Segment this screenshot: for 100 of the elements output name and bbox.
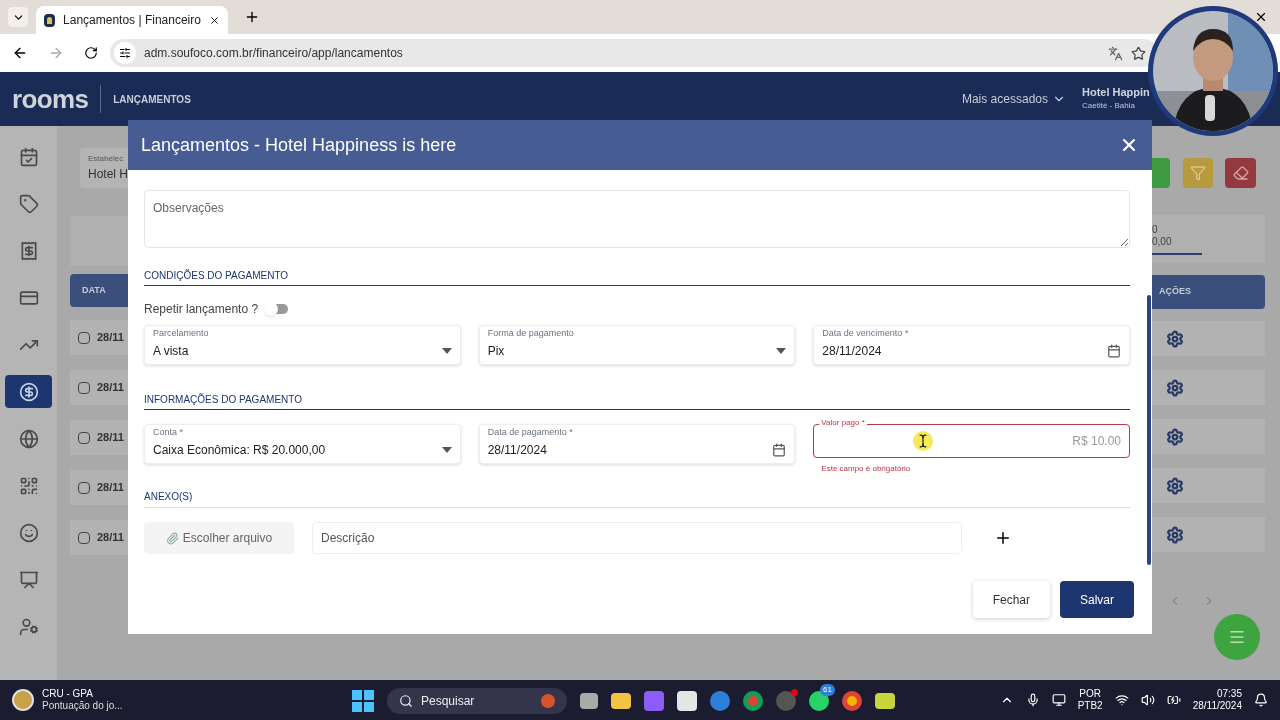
calendar-check-icon xyxy=(18,146,39,167)
bookmark-icon[interactable] xyxy=(1131,45,1146,61)
widget-subtitle: Pontuação do jo... xyxy=(42,700,123,713)
app-icon[interactable] xyxy=(776,691,796,711)
error-message: Este campo é obrigatório xyxy=(821,463,912,475)
row-checkbox[interactable] xyxy=(78,531,90,544)
caret-icon xyxy=(441,447,452,453)
dollar-circle-icon xyxy=(18,381,39,402)
volume-icon[interactable] xyxy=(1140,693,1155,707)
save-button[interactable]: Salvar xyxy=(1060,581,1134,618)
browser-icon[interactable] xyxy=(743,691,763,711)
date-field[interactable]: Data de vencimento * 28/11/2024 xyxy=(813,325,1130,365)
field-label: Conta * xyxy=(153,428,185,437)
user-cog-icon xyxy=(18,616,39,637)
row-date: 28/11 xyxy=(97,530,124,546)
folder-icon[interactable] xyxy=(611,693,631,709)
presentation-icon xyxy=(18,569,39,590)
field-label: Forma de pagamento xyxy=(487,329,575,338)
close-button[interactable]: Fechar xyxy=(972,581,1050,618)
paperclip-icon xyxy=(165,531,179,545)
taskbar-search[interactable]: Pesquisar xyxy=(387,688,567,714)
chat-app-icon[interactable] xyxy=(809,691,829,711)
settings-icon[interactable] xyxy=(1166,329,1184,348)
microphone-icon[interactable] xyxy=(1025,693,1040,707)
field-value: 28/11/2024 xyxy=(487,442,547,459)
battery-icon[interactable] xyxy=(1166,693,1181,707)
settings-icon[interactable] xyxy=(1166,476,1184,495)
row-checkbox[interactable] xyxy=(78,381,90,394)
browser-icon[interactable] xyxy=(842,691,862,711)
section-title: ANEXO(S) xyxy=(144,489,1130,508)
translate-icon[interactable] xyxy=(1108,45,1123,61)
close-icon[interactable] xyxy=(1254,10,1268,24)
logo: rooms xyxy=(12,82,89,116)
app-icon[interactable] xyxy=(875,693,895,709)
row-checkbox[interactable] xyxy=(78,331,90,344)
site-info-icon[interactable] xyxy=(119,47,131,59)
display-icon[interactable] xyxy=(1051,693,1066,707)
settings-icon[interactable] xyxy=(1166,378,1184,397)
field-label: Parcelamento xyxy=(153,329,210,338)
browser-tab[interactable]: Lançamentos | Financeiro xyxy=(36,6,228,34)
eraser-icon xyxy=(1232,165,1249,181)
field-value: A vista xyxy=(153,343,189,360)
tab-list-button[interactable] xyxy=(8,7,28,27)
clear-button[interactable] xyxy=(1225,158,1256,188)
app-icon[interactable] xyxy=(710,691,730,711)
back-icon[interactable] xyxy=(12,45,28,61)
column-header: AÇÕES xyxy=(1152,275,1265,309)
field-label: Data de pagamento * xyxy=(487,428,574,437)
url-text: adm.soufoco.com.br/financeiro/app/lancamentos xyxy=(144,45,404,62)
add-icon[interactable] xyxy=(994,529,1012,547)
observations-field[interactable]: Observações xyxy=(144,190,1130,248)
widget-title: CRU - GPA xyxy=(42,687,94,700)
select-field[interactable]: Parcelamento A vista xyxy=(144,325,461,365)
keyboard-layout-label: PTB2 xyxy=(1077,700,1103,713)
app-icon[interactable] xyxy=(644,691,664,711)
date-field[interactable]: Data de pagamento * 28/11/2024 xyxy=(478,424,796,464)
choose-file-button[interactable]: Escolher arquivo xyxy=(144,522,294,554)
language-label: POR xyxy=(1079,687,1101,700)
notification-badge: 61 xyxy=(820,684,835,696)
summary-card xyxy=(70,216,128,266)
field-label: Data de vencimento * xyxy=(822,329,910,338)
smile-icon xyxy=(18,522,39,543)
caret-icon xyxy=(776,348,787,354)
hotel-name: Hotel Happin xyxy=(1082,86,1151,100)
task-view-icon[interactable] xyxy=(580,693,598,709)
sidebar-item[interactable] xyxy=(5,375,52,408)
repeat-switch[interactable] xyxy=(266,304,289,314)
hotel-location: Caetité - Bahia xyxy=(1082,99,1136,112)
select-field[interactable]: Forma de pagamento Pix xyxy=(478,325,796,365)
select-field[interactable]: Conta * Caixa Econômica: R$ 20.000,00 xyxy=(144,424,461,464)
weather-widget-icon[interactable] xyxy=(12,689,34,711)
row-checkbox[interactable] xyxy=(78,431,90,444)
caret-icon xyxy=(441,348,452,354)
field-label: Valor pago * xyxy=(819,419,867,427)
calendar-icon xyxy=(1107,344,1121,358)
filter-icon xyxy=(1190,165,1206,181)
reload-icon[interactable] xyxy=(84,46,98,60)
description-field[interactable]: Descrição xyxy=(312,522,962,554)
new-tab-icon[interactable] xyxy=(244,9,260,25)
notification-icon[interactable] xyxy=(1254,693,1268,707)
summary-value: 0,00 xyxy=(1152,236,1173,249)
section-title: INFORMAÇÕES DO PAGAMENTO xyxy=(144,392,1130,410)
windows-logo-icon[interactable] xyxy=(352,690,374,712)
settings-icon[interactable] xyxy=(1166,525,1184,544)
settings-icon[interactable] xyxy=(1166,427,1184,446)
establishment-field[interactable]: Estabelec Hotel H xyxy=(80,148,128,188)
wifi-icon[interactable] xyxy=(1114,693,1129,707)
summary-value: 0 xyxy=(1152,223,1159,236)
column-header: DATA xyxy=(70,274,128,307)
field-value: Pix xyxy=(487,343,505,360)
clock-date: 28/11/2024 xyxy=(1192,700,1242,713)
row-checkbox[interactable] xyxy=(78,481,90,494)
app-icon[interactable] xyxy=(677,691,697,711)
qr-code-icon xyxy=(18,475,39,496)
clock-time: 07:35 xyxy=(1216,687,1242,700)
section-title: CONDIÇÕES DO PAGAMENTO xyxy=(144,268,1130,286)
field-value: Hotel H xyxy=(88,166,128,183)
field-label: Estabelec xyxy=(88,153,125,165)
field-value: 28/11/2024 xyxy=(822,343,882,360)
most-accessed-menu[interactable]: Mais acessados xyxy=(961,90,1066,108)
